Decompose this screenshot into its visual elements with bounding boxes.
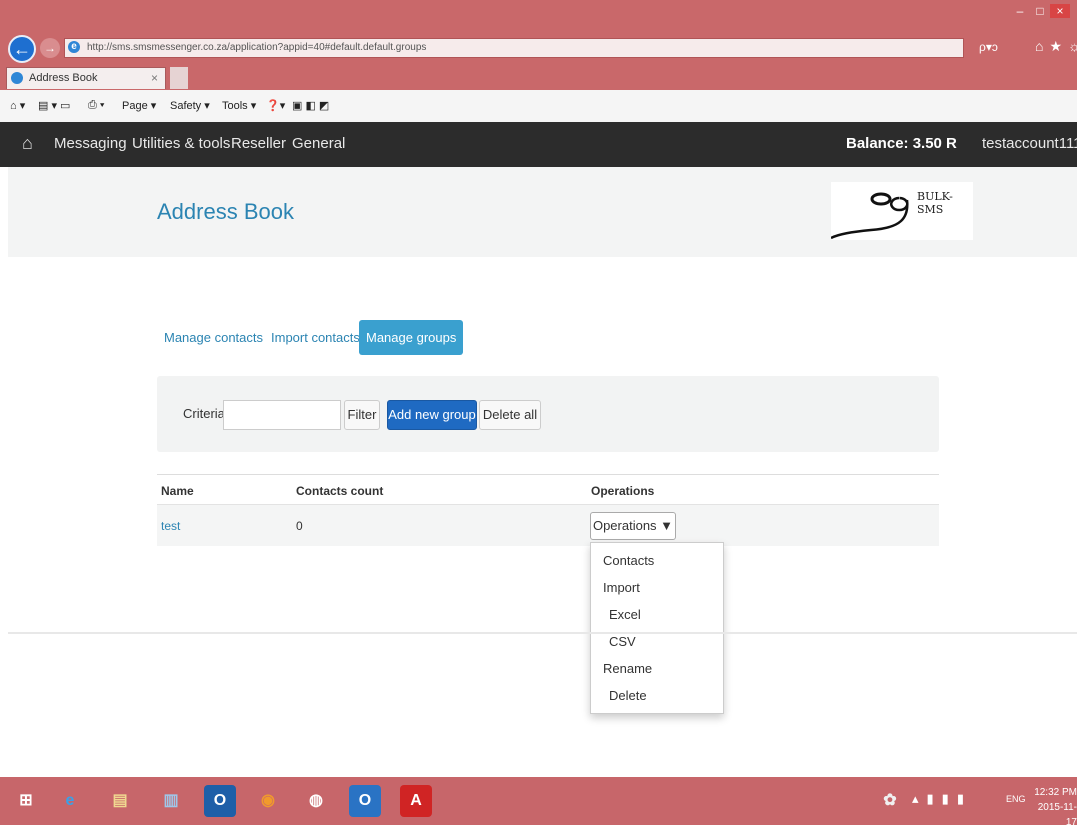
chrome-icon[interactable]: ◍ [300, 785, 332, 817]
column-header-name: Name [161, 484, 194, 498]
outlook-mail-icon[interactable]: O [349, 785, 381, 817]
url-field[interactable]: http://sms.smsmessenger.co.za/applicatio… [64, 38, 964, 58]
system-tray-icons[interactable]: ▴▮▮▮ [912, 791, 972, 807]
menu-item-excel[interactable]: Excel [609, 607, 641, 622]
maximize-icon[interactable]: □ [1030, 4, 1050, 18]
tab-import-contacts[interactable]: Import contacts [264, 320, 367, 355]
clock-date: 2015-11-17 [1037, 802, 1077, 828]
internet-explorer-icon[interactable]: e [54, 785, 86, 817]
filter-button[interactable]: Filter [344, 400, 380, 430]
ie-page-icon: e [68, 41, 80, 53]
operations-dropdown-button[interactable]: Operations ▼ [590, 512, 676, 540]
feeds-icon[interactable]: ▤ ▾ ▭ [38, 99, 70, 112]
nav-general[interactable]: General [292, 135, 345, 152]
clock-time: 12:32 PM [1034, 787, 1077, 798]
delete-all-button[interactable]: Delete all [479, 400, 541, 430]
tray-app-icon[interactable]: ✿ [874, 785, 906, 817]
language-indicator[interactable]: ENG [1006, 794, 1026, 804]
nav-utilities[interactable]: Utilities & tools [132, 135, 230, 152]
menu-item-rename[interactable]: Rename [603, 661, 652, 676]
ie-tab-icon [11, 72, 23, 84]
table-row: test 0 Operations ▼ [157, 504, 939, 546]
app-navbar: ⌂ Messaging Utilities & tools Reseller G… [0, 122, 1077, 167]
forward-arrow-icon[interactable]: → [40, 38, 60, 58]
command-bar: ⌂ ▾ ▤ ▾ ▭ ⎙ ▾ Page ▾ Safety ▾ Tools ▾ ❓▾… [0, 90, 1077, 123]
adobe-reader-icon[interactable]: A [400, 785, 432, 817]
windows-taskbar: ⊞ e ▤ ▥ O ◉ ◍ O A ✿ ▴▮▮▮ ENG 12:32 PM 20… [0, 777, 1077, 828]
operations-menu: Contacts Import Excel CSV Rename Delete [590, 542, 724, 714]
cmd-tools[interactable]: Tools ▾ [222, 99, 256, 112]
close-window-icon[interactable]: × [1050, 4, 1070, 18]
table-border [157, 474, 939, 475]
window-controls: – □ × [1010, 4, 1070, 18]
calculator-icon[interactable]: ▥ [155, 785, 187, 817]
cmd-page[interactable]: Page ▾ [122, 99, 156, 112]
filter-panel: Criteria Filter Add new group Delete all [157, 376, 939, 452]
nav-reseller[interactable]: Reseller [231, 135, 286, 152]
criteria-input[interactable] [223, 400, 341, 430]
footer-divider [8, 632, 1077, 634]
contacts-count: 0 [296, 519, 303, 533]
page-title: Address Book [157, 199, 294, 224]
home-icon-cmd[interactable]: ⌂ ▾ [10, 99, 25, 112]
address-bar[interactable]: http://sms.smsmessenger.co.za/applicatio… [64, 38, 1064, 58]
criteria-label: Criteria [183, 406, 225, 421]
clock[interactable]: 12:32 PM 2015-11-17 [1034, 785, 1077, 830]
windows-start-icon[interactable]: ⊞ [10, 785, 42, 817]
back-arrow-icon[interactable]: ← [8, 35, 36, 63]
menu-item-contacts[interactable]: Contacts [603, 553, 654, 568]
home-icon[interactable]: ⌂ [22, 133, 33, 154]
tab-manage-groups[interactable]: Manage groups [359, 320, 464, 355]
print-icon[interactable]: ⎙ ▾ [88, 99, 104, 112]
new-tab-button[interactable] [170, 67, 188, 89]
outlook-icon[interactable]: O [204, 785, 236, 817]
menu-item-import[interactable]: Import [603, 580, 640, 595]
logo: BULK-SMS [831, 182, 973, 240]
browser-title-bar: – □ × ← → http://sms.smsmessenger.co.za/ap… [0, 0, 1077, 90]
nav-messaging[interactable]: Messaging [54, 135, 127, 152]
help-icon[interactable]: ❓▾ [266, 99, 285, 112]
group-name-link[interactable]: test [161, 519, 180, 533]
tab-close-icon[interactable]: × [151, 68, 158, 88]
file-explorer-icon[interactable]: ▤ [104, 785, 136, 817]
tab-title: Address Book [29, 72, 98, 84]
browser-tab[interactable]: Address Book × [6, 67, 166, 89]
column-header-operations: Operations [591, 484, 655, 498]
extension-icons[interactable]: ▣ ◧ ◩ [292, 99, 329, 112]
add-new-group-button[interactable]: Add new group [387, 400, 477, 430]
minimize-icon[interactable]: – [1010, 4, 1030, 18]
menu-item-csv[interactable]: CSV [609, 634, 636, 649]
home-favorites-settings-icons[interactable]: ⌂★☼ [1035, 38, 1077, 55]
tab-manage-contacts[interactable]: Manage contacts [157, 320, 270, 355]
search-refresh-icon[interactable]: ρ▾ↄ [979, 40, 998, 54]
menu-item-delete[interactable]: Delete [609, 688, 647, 703]
firefox-icon[interactable]: ◉ [252, 785, 284, 817]
account-name[interactable]: testaccount111 [982, 135, 1077, 152]
cmd-safety[interactable]: Safety ▾ [170, 99, 210, 112]
logo-text: BULK-SMS [917, 190, 953, 216]
column-header-count: Contacts count [296, 484, 384, 498]
balance-display: Balance: 3.50 R [846, 135, 957, 152]
